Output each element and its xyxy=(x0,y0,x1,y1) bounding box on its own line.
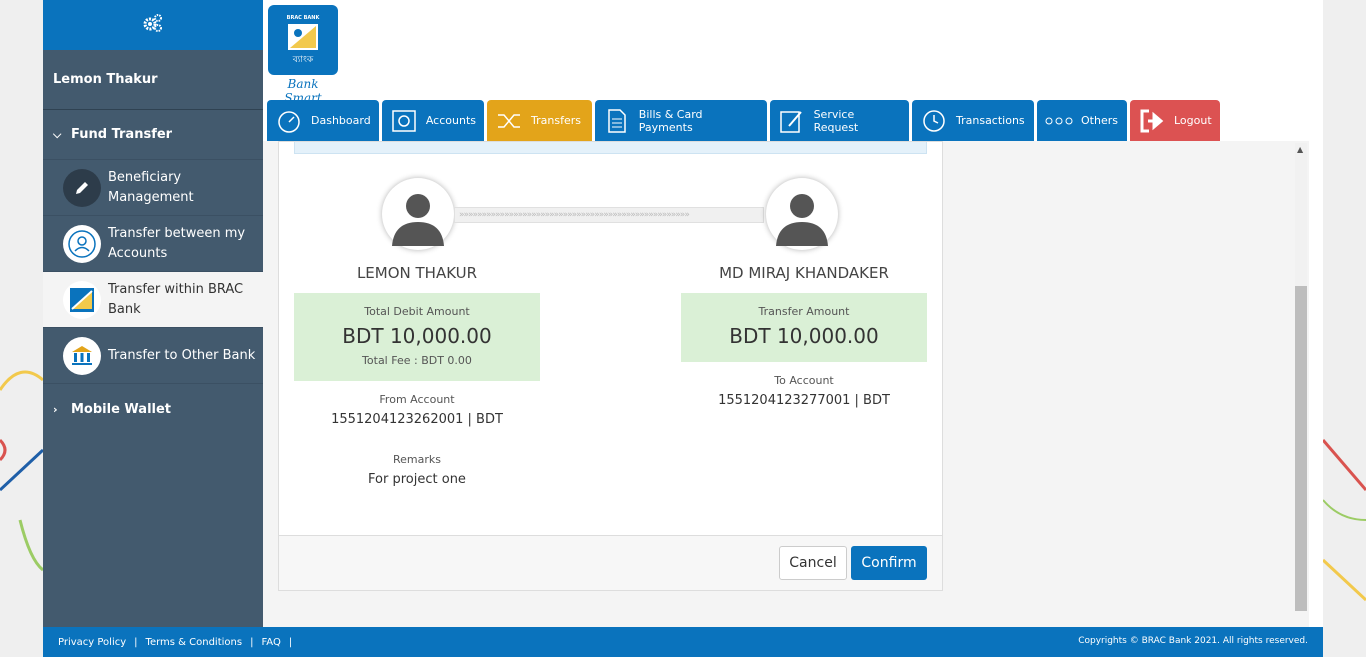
receiver-name: MD MIRAJ KHANDAKER xyxy=(719,264,889,282)
confirm-button[interactable]: Confirm xyxy=(851,546,927,580)
footer-separator: | xyxy=(134,636,138,648)
main-nav: Dashboard Accounts Transfers Bills & Car… xyxy=(267,100,1220,141)
shuffle-icon xyxy=(495,107,523,135)
remarks-value: For project one xyxy=(368,472,466,487)
main-content: »»»»»»»»»»»»»»»»»»»»»»»»»»»»»»»»»»»»»»»»… xyxy=(263,141,1309,627)
footer-links: Privacy Policy | Terms & Conditions | FA… xyxy=(43,637,292,648)
tab-label: Others xyxy=(1081,114,1118,127)
user-silhouette-icon xyxy=(386,182,450,246)
tab-label: Service Request xyxy=(813,107,859,134)
tab-label: Accounts xyxy=(425,114,476,127)
from-account-value: 1551204123262001 | BDT xyxy=(331,412,503,427)
tab-transactions[interactable]: Transactions xyxy=(912,100,1034,141)
logout-icon xyxy=(1138,107,1166,135)
tab-transfers[interactable]: Transfers xyxy=(487,100,592,141)
scrollbar-thumb[interactable] xyxy=(1295,286,1307,611)
tab-label: Bills & Card Payments xyxy=(638,107,703,134)
sidebar-item-transfer-within-brac-bank[interactable]: Transfer within BRAC Bank xyxy=(43,272,263,328)
fee-label: Total Fee : xyxy=(362,354,422,367)
sidebar-item-label: Transfer within BRAC Bank xyxy=(108,281,244,317)
transfer-arrow-bar: »»»»»»»»»»»»»»»»»»»»»»»»»»»»»»»»»»»»»»»»… xyxy=(454,207,764,223)
svg-text:ব্যাংক: ব্যাংক xyxy=(292,55,314,65)
bank-building-icon xyxy=(63,336,101,375)
dots-icon xyxy=(1045,107,1073,135)
tab-others[interactable]: Others xyxy=(1037,100,1127,141)
tab-service-request[interactable]: Service Request xyxy=(770,100,909,141)
sender-avatar xyxy=(382,178,454,250)
brac-logo-icon xyxy=(63,280,101,319)
info-banner xyxy=(294,142,927,154)
sidebar-section-label: Fund Transfer xyxy=(71,127,173,142)
faq-link[interactable]: FAQ xyxy=(261,637,280,648)
sidebar-header xyxy=(43,0,263,50)
tab-label: Logout xyxy=(1174,114,1212,127)
sidebar-item-label: Beneficiary Management xyxy=(108,169,194,205)
fee-value: BDT 0.00 xyxy=(421,354,472,367)
user-name: Lemon Thakur xyxy=(43,50,263,110)
privacy-policy-link[interactable]: Privacy Policy xyxy=(58,637,126,648)
tab-label: Transfers xyxy=(531,114,581,127)
card-actions: Cancel Confirm xyxy=(279,535,942,590)
remarks: Remarks For project one xyxy=(294,453,540,487)
settings-gears-icon[interactable] xyxy=(142,13,164,37)
sidebar-section-fund-transfer[interactable]: ⌵ Fund Transfer xyxy=(43,110,263,160)
debit-amount-box: Total Debit Amount BDT 10,000.00 Total F… xyxy=(294,293,540,381)
tab-logout[interactable]: Logout xyxy=(1130,100,1220,141)
debit-amount-value: BDT 10,000.00 xyxy=(342,324,492,348)
sidebar-item-label: Transfer between my Accounts xyxy=(108,225,246,261)
safe-icon xyxy=(390,107,418,135)
tab-accounts[interactable]: Accounts xyxy=(382,100,484,141)
sidebar-section-label: Mobile Wallet xyxy=(71,401,172,417)
terms-link[interactable]: Terms & Conditions xyxy=(146,637,243,648)
receiver-avatar xyxy=(766,178,838,250)
copyright-text: Copyrights © BRAC Bank 2021. All rights … xyxy=(1078,636,1308,646)
tab-label: Dashboard xyxy=(311,114,371,127)
tab-label: Transactions xyxy=(956,114,1025,127)
cancel-button[interactable]: Cancel xyxy=(779,546,847,580)
sidebar-item-beneficiary-management[interactable]: Beneficiary Management xyxy=(43,160,263,216)
chevron-down-icon: ⌵ xyxy=(53,127,62,141)
footer-separator: | xyxy=(288,636,293,648)
debit-amount-label: Total Debit Amount xyxy=(364,305,470,318)
from-account: From Account 1551204123262001 | BDT xyxy=(294,393,540,427)
remarks-label: Remarks xyxy=(393,453,441,466)
document-icon xyxy=(603,107,631,135)
footer-separator: | xyxy=(250,636,254,648)
footer: Privacy Policy | Terms & Conditions | FA… xyxy=(43,627,1323,657)
to-account: To Account 1551204123277001 | BDT xyxy=(681,374,927,408)
account-transfer-icon xyxy=(63,224,101,263)
brac-bank-logo[interactable]: BRAC BANK ব্যাংক Bank Smart xyxy=(268,5,338,105)
chevron-right-icon: › xyxy=(53,402,58,416)
to-account-label: To Account xyxy=(774,374,834,387)
sender-name: LEMON THAKUR xyxy=(356,264,478,282)
logo-top-text: BRAC BANK xyxy=(287,15,321,21)
app-window: Lemon Thakur ⌵ Fund Transfer Beneficiary… xyxy=(43,0,1323,657)
transfer-amount-box: Transfer Amount BDT 10,000.00 xyxy=(681,293,927,362)
transfer-amount-label: Transfer Amount xyxy=(758,305,850,318)
transfer-amount-value: BDT 10,000.00 xyxy=(729,324,879,348)
sidebar-item-label: Transfer to Other Bank xyxy=(108,347,256,363)
to-account-value: 1551204123277001 | BDT xyxy=(718,393,890,408)
clock-icon xyxy=(920,107,948,135)
user-silhouette-icon xyxy=(770,182,834,246)
pencil-icon xyxy=(63,168,101,207)
sidebar-item-transfer-between-my-accounts[interactable]: Transfer between my Accounts xyxy=(43,216,263,272)
from-account-label: From Account xyxy=(379,393,455,406)
vertical-scrollbar[interactable]: ▲ xyxy=(1295,143,1307,611)
sidebar-item-transfer-to-other-bank[interactable]: Transfer to Other Bank xyxy=(43,328,263,384)
scroll-up-arrow-icon[interactable]: ▲ xyxy=(1297,145,1303,154)
tab-dashboard[interactable]: Dashboard xyxy=(267,100,379,141)
sidebar: Lemon Thakur ⌵ Fund Transfer Beneficiary… xyxy=(43,0,263,627)
speedometer-icon xyxy=(275,107,303,135)
edit-icon xyxy=(778,107,806,135)
total-fee: Total Fee : BDT 0.00 xyxy=(294,354,540,367)
transfer-confirmation-card: »»»»»»»»»»»»»»»»»»»»»»»»»»»»»»»»»»»»»»»»… xyxy=(278,141,943,591)
sidebar-section-mobile-wallet[interactable]: › Mobile Wallet xyxy=(43,384,263,434)
logo-box: BRAC BANK ব্যাংক xyxy=(268,5,338,75)
tab-bills-card-payments[interactable]: Bills & Card Payments xyxy=(595,100,767,141)
